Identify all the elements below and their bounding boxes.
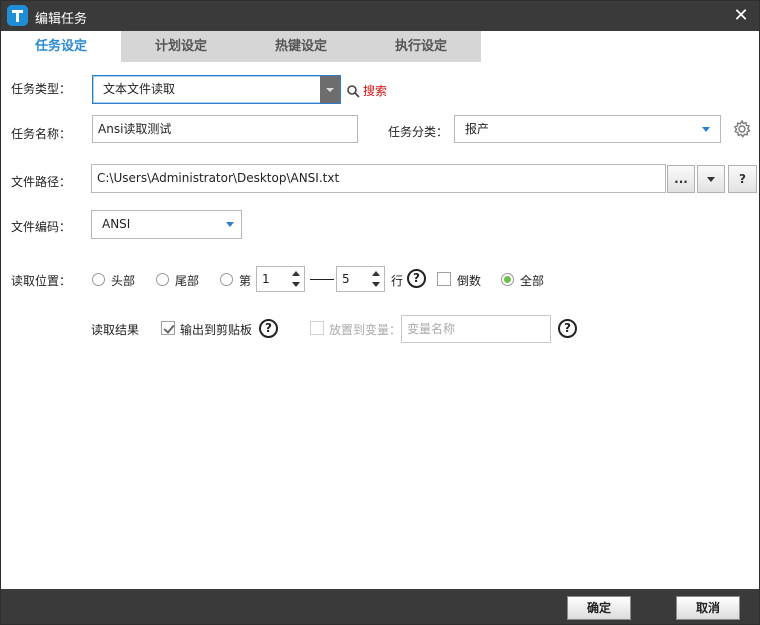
radio-head-label: 头部	[111, 274, 136, 288]
file-encoding-value: ANSI	[102, 217, 131, 231]
radio-nth-label: 第	[239, 274, 252, 288]
to-line-value: 5	[342, 272, 350, 286]
window-title: 编辑任务	[35, 12, 88, 27]
path-help-button[interactable]: ?	[728, 165, 757, 193]
reverse-checkbox[interactable]	[437, 272, 451, 286]
radio-tail[interactable]	[156, 273, 169, 286]
task-type-select[interactable]: 文本文件读取	[92, 75, 341, 104]
tab-schedule-settings[interactable]: 计划设定	[121, 31, 241, 62]
to-line-stepper[interactable]: 5	[336, 266, 385, 292]
reverse-label: 倒数	[457, 274, 482, 288]
chevron-down-icon	[226, 222, 234, 227]
tab-task-settings[interactable]: 任务设定	[1, 31, 121, 62]
gear-icon[interactable]	[732, 119, 752, 139]
read-position-help-icon[interactable]: ?	[407, 269, 426, 288]
radio-head[interactable]	[92, 273, 105, 286]
search-icon	[347, 85, 360, 98]
task-name-input[interactable]: Ansi读取测试	[92, 115, 358, 143]
ok-button[interactable]: 确定	[567, 596, 631, 620]
variable-label: 放置到变量：	[329, 323, 402, 337]
tab-execution-settings[interactable]: 执行设定	[361, 31, 481, 62]
file-encoding-select[interactable]: ANSI	[91, 210, 242, 239]
path-options-button[interactable]	[697, 165, 725, 193]
variable-name-input[interactable]: 变量名称	[401, 315, 551, 343]
app-logo-icon	[7, 5, 28, 26]
title-bar: 编辑任务 ✕	[1, 1, 759, 31]
clipboard-checkbox[interactable]	[161, 321, 175, 335]
file-path-input[interactable]: C:\Users\Administrator\Desktop\ANSI.txt	[91, 164, 666, 193]
tab-bar: 任务设定 计划设定 热键设定 执行设定	[1, 31, 759, 62]
file-path-value: C:\Users\Administrator\Desktop\ANSI.txt	[97, 171, 340, 185]
tab-hotkey-settings[interactable]: 热键设定	[241, 31, 361, 62]
arrow-up-icon[interactable]	[372, 271, 380, 276]
file-path-label: 文件路径：	[11, 175, 72, 189]
radio-tail-label: 尾部	[175, 274, 200, 288]
browse-button[interactable]: ...	[667, 165, 695, 193]
clipboard-label: 输出到剪贴板	[180, 323, 253, 337]
search-link[interactable]: 搜索	[347, 82, 387, 99]
chevron-down-icon	[707, 177, 715, 182]
variable-checkbox[interactable]	[310, 321, 324, 335]
task-category-value: 报产	[465, 122, 490, 136]
close-icon[interactable]: ✕	[731, 6, 751, 26]
range-dash	[310, 279, 334, 280]
chevron-down-icon[interactable]	[320, 76, 340, 103]
from-line-value: 1	[262, 272, 270, 286]
from-line-stepper[interactable]: 1	[256, 266, 305, 292]
variable-name-placeholder: 变量名称	[407, 322, 456, 336]
line-unit-label: 行	[391, 274, 404, 288]
task-type-label: 任务类型：	[11, 82, 72, 96]
read-result-label: 读取结果	[91, 323, 140, 337]
radio-all[interactable]	[501, 273, 514, 286]
task-type-value: 文本文件读取	[103, 82, 176, 96]
arrow-down-icon[interactable]	[372, 282, 380, 287]
edit-task-window: 编辑任务 ✕ 任务设定 计划设定 热键设定 执行设定 任务类型： 文本文件读取 …	[0, 0, 760, 625]
footer-bar: 确定 取消	[1, 589, 759, 624]
read-position-label: 读取位置：	[11, 274, 72, 288]
variable-help-icon[interactable]: ?	[558, 319, 577, 338]
file-encoding-label: 文件编码：	[11, 220, 72, 234]
arrow-down-icon[interactable]	[292, 282, 300, 287]
task-category-select[interactable]: 报产	[454, 115, 721, 143]
task-category-label: 任务分类：	[388, 125, 449, 139]
radio-nth[interactable]	[220, 273, 233, 286]
task-name-label: 任务名称：	[11, 127, 72, 141]
radio-all-label: 全部	[520, 274, 545, 288]
arrow-up-icon[interactable]	[292, 271, 300, 276]
task-name-value: Ansi读取测试	[98, 122, 172, 136]
search-link-label: 搜索	[363, 84, 388, 98]
cancel-button[interactable]: 取消	[676, 596, 740, 620]
chevron-down-icon	[702, 127, 710, 132]
clipboard-help-icon[interactable]: ?	[259, 319, 278, 338]
